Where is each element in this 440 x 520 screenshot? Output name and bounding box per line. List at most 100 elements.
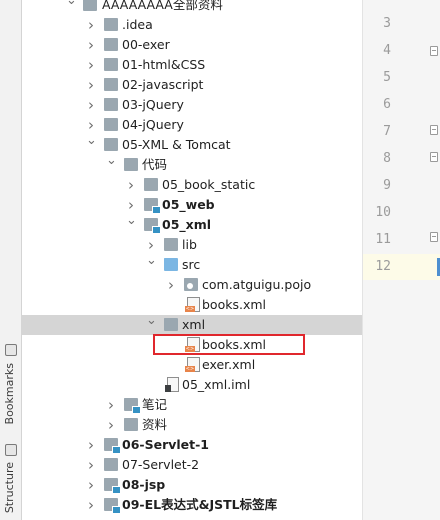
chevron-down-icon[interactable] xyxy=(86,139,96,151)
chevron-right-icon[interactable] xyxy=(86,99,96,111)
tree-item-exer-xml[interactable]: <> exer.xml xyxy=(21,355,362,375)
chevron-down-icon[interactable] xyxy=(66,0,76,11)
tree-item-label: 资料 xyxy=(142,417,168,432)
folder-icon xyxy=(124,418,138,431)
package-icon xyxy=(184,278,198,291)
folder-icon xyxy=(104,138,118,151)
tree-item-05-xml-tomcat[interactable]: 05-XML & Tomcat xyxy=(21,135,362,155)
tree-item-code[interactable]: 代码 xyxy=(21,155,362,175)
chevron-down-icon[interactable] xyxy=(126,219,136,231)
tree-item-06-servlet-1[interactable]: 06-Servlet-1 xyxy=(21,435,362,455)
chevron-right-icon[interactable] xyxy=(86,459,96,471)
folder-icon xyxy=(104,78,118,91)
editor-gutter: 3 4 5 6 7 8 9 10 11 12 xyxy=(362,0,440,520)
module-folder-icon xyxy=(104,498,121,514)
fold-marker-icon[interactable] xyxy=(430,232,438,242)
chevron-right-icon[interactable] xyxy=(126,199,136,211)
tree-item-src[interactable]: src xyxy=(21,255,362,275)
tree-item-label: 笔记 xyxy=(142,397,168,412)
tree-item-08-jsp[interactable]: 08-jsp xyxy=(21,475,362,495)
structure-tab[interactable]: Structure xyxy=(3,462,16,513)
tree-item-label: 05_xml.iml xyxy=(182,377,251,392)
chevron-right-icon[interactable] xyxy=(86,19,96,31)
chevron-right-icon[interactable] xyxy=(86,439,96,451)
tree-item-label: 09-EL表达式&JSTL标签库 xyxy=(122,497,278,512)
tree-item-lib[interactable]: lib xyxy=(21,235,362,255)
line-number: 12 xyxy=(375,259,391,274)
folder-icon xyxy=(104,458,118,471)
folder-icon xyxy=(104,98,118,111)
tree-item-materials[interactable]: 资料 xyxy=(21,415,362,435)
chevron-right-icon[interactable] xyxy=(106,419,116,431)
source-folder-icon xyxy=(164,258,178,271)
tree-item-label: books.xml xyxy=(202,297,267,312)
tree-item-03-jquery[interactable]: 03-jQuery xyxy=(21,95,362,115)
folder-icon xyxy=(144,178,158,191)
tree-item-xml-folder[interactable]: xml xyxy=(21,315,362,335)
chevron-right-icon[interactable] xyxy=(86,479,96,491)
tree-item-05-book-static[interactable]: 05_book_static xyxy=(21,175,362,195)
tree-item-07-servlet-2[interactable]: 07-Servlet-2 xyxy=(21,455,362,475)
tree-item-label: 03-jQuery xyxy=(122,97,184,112)
fold-marker-icon[interactable] xyxy=(430,46,438,56)
chevron-right-icon[interactable] xyxy=(86,119,96,131)
line-number: 11 xyxy=(375,232,391,247)
tree-item-package[interactable]: com.atguigu.pojo xyxy=(21,275,362,295)
tree-item-label: com.atguigu.pojo xyxy=(202,277,312,292)
tree-item-00-exer[interactable]: 00-exer xyxy=(21,35,362,55)
line-number: 6 xyxy=(383,97,391,112)
chevron-right-icon[interactable] xyxy=(166,279,176,291)
structure-icon[interactable] xyxy=(5,444,17,456)
bookmarks-icon[interactable] xyxy=(5,344,17,356)
tree-item-label: 05_xml xyxy=(162,217,212,232)
chevron-down-icon[interactable] xyxy=(146,259,156,271)
tree-item-02-javascript[interactable]: 02-javascript xyxy=(21,75,362,95)
tree-item-root[interactable]: AAAAAAAA全部资料 xyxy=(21,0,362,15)
tree-item-label: AAAAAAAA全部资料 xyxy=(102,0,223,12)
chevron-down-icon[interactable] xyxy=(106,159,116,171)
line-number: 9 xyxy=(383,178,391,193)
module-folder-icon xyxy=(124,398,141,414)
fold-marker-icon[interactable] xyxy=(430,125,438,135)
xml-file-icon: <> xyxy=(185,297,200,312)
folder-icon xyxy=(83,0,97,11)
chevron-right-icon[interactable] xyxy=(126,179,136,191)
tree-item-05-xml-iml[interactable]: 05_xml.iml xyxy=(21,375,362,395)
chevron-right-icon[interactable] xyxy=(106,399,116,411)
tree-item-notes[interactable]: 笔记 xyxy=(21,395,362,415)
line-number: 4 xyxy=(383,43,391,58)
project-tree: AAAAAAAA全部资料 .idea 00-exer 01-html&CSS 0… xyxy=(21,0,362,520)
chevron-right-icon[interactable] xyxy=(86,59,96,71)
tree-item-01-html-css[interactable]: 01-html&CSS xyxy=(21,55,362,75)
tree-item-label: 代码 xyxy=(142,157,168,172)
left-tool-strip: Bookmarks Structure xyxy=(0,0,22,520)
folder-icon xyxy=(124,158,138,171)
tree-item-idea[interactable]: .idea xyxy=(21,15,362,35)
tree-item-04-jquery[interactable]: 04-jQuery xyxy=(21,115,362,135)
fold-marker-icon[interactable] xyxy=(430,152,438,162)
tree-item-label: 00-exer xyxy=(122,37,170,52)
tree-item-label: 05_book_static xyxy=(162,177,256,192)
tree-item-label: src xyxy=(182,257,201,272)
chevron-right-icon[interactable] xyxy=(86,79,96,91)
chevron-right-icon[interactable] xyxy=(146,239,156,251)
line-number: 10 xyxy=(375,205,391,220)
bookmarks-tab[interactable]: Bookmarks xyxy=(3,363,16,424)
module-folder-icon xyxy=(144,198,161,214)
line-number: 3 xyxy=(383,16,391,31)
module-folder-icon xyxy=(104,478,121,494)
tree-item-label: 06-Servlet-1 xyxy=(122,437,209,452)
tree-item-books-xml-src[interactable]: <> books.xml xyxy=(21,295,362,315)
tree-item-05-web[interactable]: 05_web xyxy=(21,195,362,215)
folder-icon xyxy=(164,318,178,331)
tree-item-label: 07-Servlet-2 xyxy=(122,457,200,472)
tree-item-05-xml[interactable]: 05_xml xyxy=(21,215,362,235)
folder-icon xyxy=(104,38,118,51)
chevron-down-icon[interactable] xyxy=(146,319,156,331)
line-number: 5 xyxy=(383,70,391,85)
chevron-right-icon[interactable] xyxy=(86,39,96,51)
folder-icon xyxy=(164,238,178,251)
tree-item-09-el-jstl[interactable]: 09-EL表达式&JSTL标签库 xyxy=(21,495,362,515)
chevron-right-icon[interactable] xyxy=(86,499,96,511)
tree-item-label: 04-jQuery xyxy=(122,117,184,132)
